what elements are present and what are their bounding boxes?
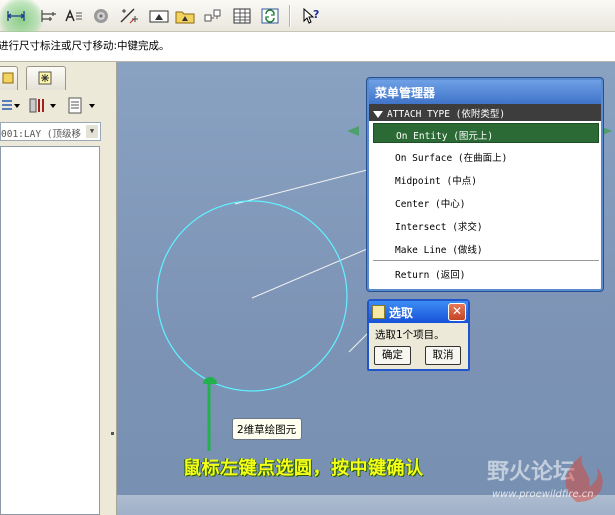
constraint-tool-button[interactable] xyxy=(148,5,170,27)
menu-item-intersect[interactable]: Intersect (求交) xyxy=(373,215,599,235)
regenerate-icon xyxy=(261,8,279,24)
layer-select[interactable]: 001:LAY (顶级移 ▼ xyxy=(0,122,101,141)
modify-tool-button[interactable] xyxy=(118,5,140,27)
palette-icon xyxy=(94,9,108,23)
message-area: 进行尺寸标注或尺寸移动:中键完成。 xyxy=(0,32,615,62)
layer-select-value: 001:LAY (顶级移 xyxy=(1,129,81,140)
menu-item-center[interactable]: Center (中心) xyxy=(373,192,599,212)
radius-line xyxy=(251,248,368,299)
layer-tree[interactable] xyxy=(0,146,100,515)
table-tool-button[interactable] xyxy=(231,5,253,27)
sketch-circle[interactable] xyxy=(156,200,348,392)
menu-divider xyxy=(373,260,599,261)
table-icon xyxy=(233,8,251,24)
open-tool-button[interactable] xyxy=(174,5,196,27)
chevron-down-icon[interactable]: ▼ xyxy=(86,125,98,138)
menu-item-on-entity[interactable]: On Entity (图元上) xyxy=(373,123,599,143)
folder-browser-icon xyxy=(38,71,52,85)
graphics-window[interactable]: 菜单管理器 ATTACH TYPE (依附类型) On Entity (图元上)… xyxy=(117,62,615,515)
select-dialog-title: 选取 xyxy=(389,306,414,320)
palette-tool-button[interactable] xyxy=(90,5,112,27)
constraint-icon xyxy=(149,10,169,23)
menu-section-label: ATTACH TYPE (依附类型) xyxy=(387,109,506,120)
dimension-tool-button[interactable] xyxy=(0,0,43,41)
panel-splitter[interactable] xyxy=(111,432,114,435)
text-icon xyxy=(65,9,82,22)
svg-text:?: ? xyxy=(313,8,319,21)
modify-icon xyxy=(120,8,138,24)
tab-model-tree[interactable] xyxy=(0,66,18,90)
watermark-url: www.proewildfire.cn xyxy=(492,489,594,500)
baseline-icon xyxy=(41,10,56,22)
dimension-icon xyxy=(7,11,25,21)
close-icon[interactable]: ✕ xyxy=(448,303,466,321)
note-tool-button[interactable] xyxy=(63,5,85,27)
folder-icon xyxy=(175,11,195,24)
select-dialog-message: 选取1个项目。 xyxy=(375,329,445,341)
settings-tools-icon[interactable] xyxy=(28,96,64,116)
message-text: 进行尺寸标注或尺寸移动:中键完成。 xyxy=(0,40,170,52)
layer-icon[interactable] xyxy=(0,96,22,116)
toolbar-separator xyxy=(289,5,291,27)
navigator-toolbar xyxy=(0,92,110,118)
split-tool-button[interactable] xyxy=(202,5,224,27)
collapse-triangle-icon xyxy=(373,111,383,118)
baseline-tool-button[interactable] xyxy=(38,5,60,27)
select-dialog: 选取 ✕ 选取1个项目。 确定 取消 xyxy=(367,299,470,371)
cancel-button[interactable]: 取消 xyxy=(425,346,461,365)
help-icon: ? xyxy=(303,7,319,24)
menu-item-on-surface[interactable]: On Surface (在曲面上) xyxy=(373,146,599,166)
instruction-caption: 鼠标左键点选圆，按中键确认 xyxy=(183,458,424,479)
menu-manager-title: 菜单管理器 xyxy=(369,80,601,104)
model-tree-icon xyxy=(2,72,14,84)
main-toolbar: ? xyxy=(0,0,615,41)
dimension-leader-line xyxy=(348,331,370,353)
menu-section-header[interactable]: ATTACH TYPE (依附类型) xyxy=(369,104,601,121)
navigator-panel: 001:LAY (顶级移 ▼ xyxy=(0,62,117,515)
context-help-button[interactable]: ? xyxy=(300,5,322,27)
ok-button[interactable]: 确定 xyxy=(374,346,411,365)
show-list-icon[interactable] xyxy=(67,96,103,116)
menu-item-make-line[interactable]: Make Line (做线) xyxy=(373,238,599,258)
menu-pointer-arrow xyxy=(347,126,359,136)
menu-manager: 菜单管理器 ATTACH TYPE (依附类型) On Entity (图元上)… xyxy=(367,78,603,291)
note-icon xyxy=(372,305,385,319)
menu-item-return[interactable]: Return (返回) xyxy=(373,263,599,283)
menu-item-midpoint[interactable]: Midpoint (中点) xyxy=(373,169,599,189)
select-dialog-titlebar: 选取 ✕ xyxy=(369,301,468,323)
split-icon xyxy=(204,9,221,22)
dimension-leader-line xyxy=(234,169,368,205)
navigator-tabs xyxy=(0,66,110,90)
tab-folder-browser[interactable] xyxy=(26,66,66,90)
entity-tooltip: 2维草绘图元 xyxy=(232,418,303,440)
regenerate-tool-button[interactable] xyxy=(259,5,281,27)
